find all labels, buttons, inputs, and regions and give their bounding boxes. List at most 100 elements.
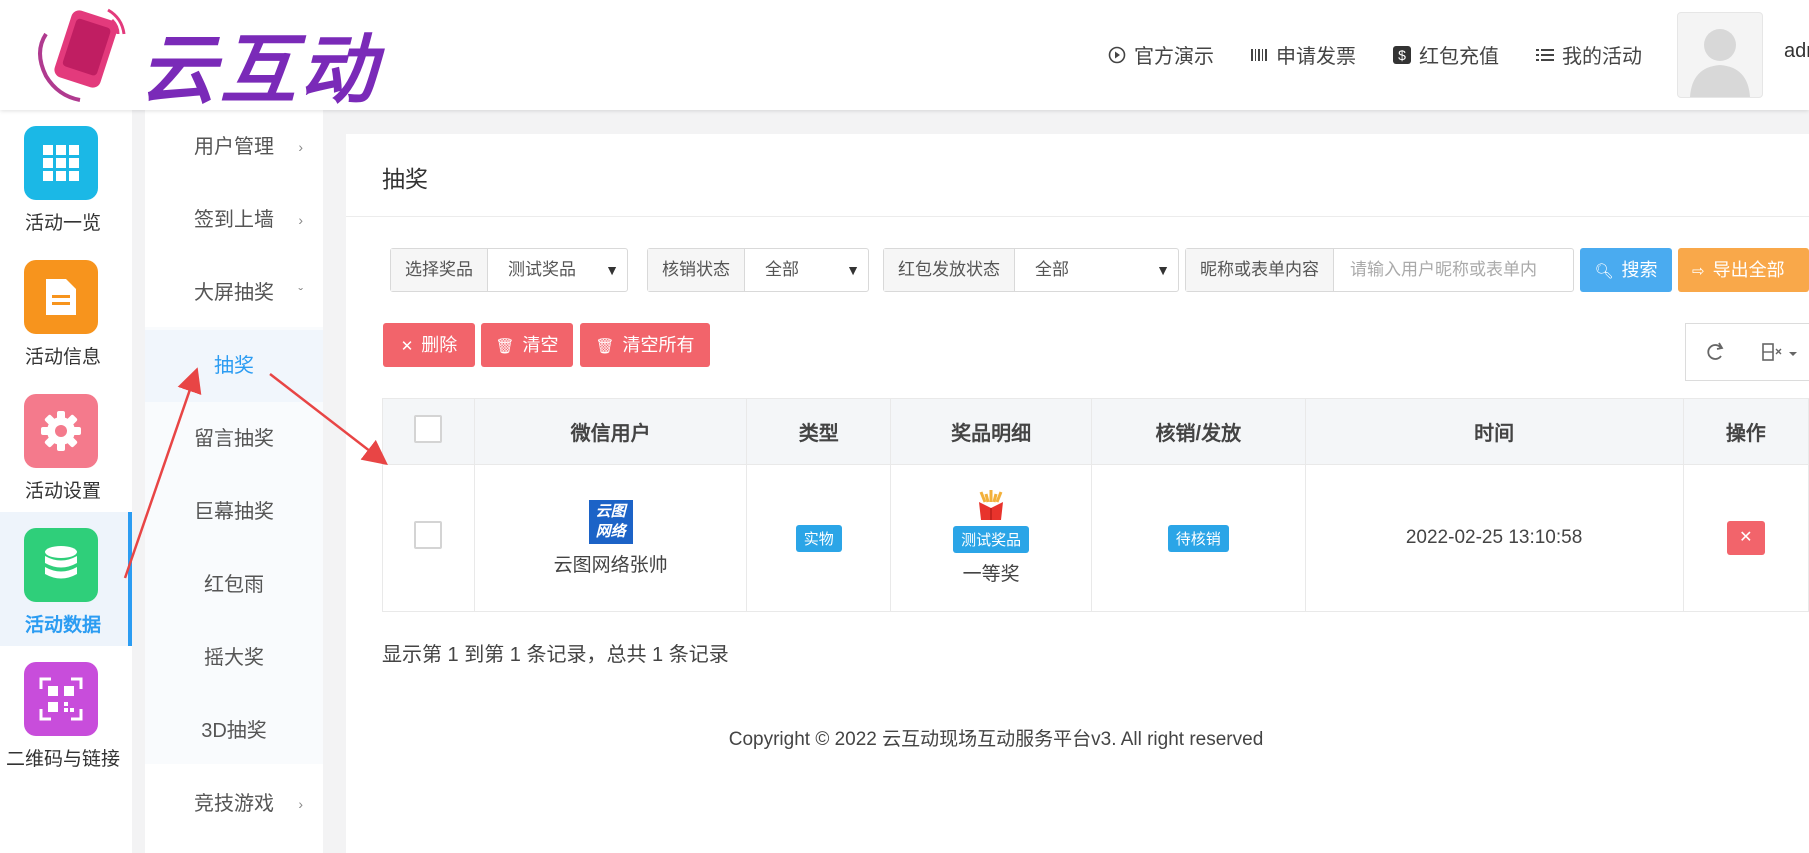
user-nickname: 云图网络张帅: [553, 554, 668, 576]
submenu-giant-screen-lottery[interactable]: 巨幕抽奖: [145, 476, 323, 548]
columns-toggle-button[interactable]: [1743, 323, 1809, 381]
row-select-cell: [382, 464, 475, 612]
prize-select[interactable]: 测试奖品 ▼: [488, 249, 627, 291]
list-icon: [1536, 46, 1554, 64]
submenu-checkin-wall[interactable]: 签到上墙 ›: [145, 184, 323, 256]
verify-status-select[interactable]: 全部 ▼: [745, 249, 868, 291]
caret-down-icon: ▼: [1156, 262, 1170, 278]
col-actions: 操作: [1682, 398, 1809, 465]
nav-my-activities[interactable]: 我的活动: [1536, 40, 1642, 69]
copyright: Copyright © 2022 云互动现场互动服务平台v3. All righ…: [728, 729, 1264, 750]
nav-redpack-recharge[interactable]: $ 红包充值: [1393, 40, 1499, 69]
user-avatar[interactable]: [1677, 12, 1763, 98]
logo-icon: [38, 8, 126, 102]
top-header: 云互动 官方演示 申请发票 $ 红包充值 我的活动 adm: [0, 0, 1809, 114]
grid-icon: [24, 126, 98, 200]
qrcode-icon: [24, 662, 98, 736]
time-cell: 2022-02-25 13:10:58: [1304, 464, 1684, 612]
brand-name: 云互动: [140, 25, 380, 114]
filter-keyword: 昵称或表单内容 请输入用户昵称或表单内: [1185, 248, 1574, 292]
divider: [346, 216, 1809, 217]
col-type[interactable]: 类型: [746, 398, 892, 465]
filter-redpack-status: 红包发放状态 全部 ▼: [883, 248, 1179, 292]
app-activity-overview[interactable]: 活动一览: [0, 110, 132, 244]
chevron-right-icon: ›: [298, 212, 303, 228]
dollar-icon: $: [1393, 45, 1411, 64]
col-wechat-user[interactable]: 微信用户: [473, 398, 748, 465]
search-button[interactable]: 🔍︎ 搜索: [1580, 248, 1672, 292]
redpack-status-select[interactable]: 全部 ▼: [1015, 249, 1178, 291]
type-cell: 实物: [746, 464, 892, 612]
app-activity-info[interactable]: 活动信息: [0, 244, 132, 378]
nav-invoice[interactable]: 申请发票: [1250, 40, 1356, 69]
chevron-down-icon: ˇ: [298, 285, 303, 301]
select-all-checkbox[interactable]: [414, 414, 443, 443]
chevron-right-icon: ›: [298, 139, 303, 155]
row-delete-button[interactable]: ✕: [1726, 521, 1765, 555]
search-icon: 🔍︎: [1594, 263, 1614, 280]
refresh-button[interactable]: [1685, 323, 1745, 381]
document-icon: [24, 260, 98, 334]
col-time[interactable]: 时间: [1304, 398, 1684, 465]
user-cell: 云图网络 云图网络张帅: [473, 464, 748, 612]
database-icon: [24, 528, 98, 602]
export-all-button[interactable]: ⇨ 导出全部: [1678, 248, 1809, 292]
gift-icon: [971, 490, 1011, 522]
submenu-3d-lottery[interactable]: 3D抽奖: [145, 695, 323, 767]
submenu-message-lottery[interactable]: 留言抽奖: [145, 403, 323, 475]
close-icon: ✕: [1739, 529, 1753, 546]
trash-icon: 🗑︎: [495, 338, 515, 355]
clear-all-button[interactable]: 🗑︎ 清空所有: [580, 323, 710, 367]
prize-level: 一等奖: [962, 564, 1020, 585]
caret-down-icon: ▼: [605, 262, 619, 278]
action-cell: ✕: [1682, 464, 1809, 612]
clear-button[interactable]: 🗑︎ 清空: [481, 323, 573, 367]
username[interactable]: adm: [1784, 40, 1809, 63]
pagination-summary: 显示第 1 到第 1 条记录，总共 1 条记录: [382, 644, 729, 666]
trash-icon: 🗑︎: [595, 338, 615, 355]
chevron-right-icon: ›: [298, 796, 303, 812]
filter-verify-status: 核销状态 全部 ▼: [647, 248, 869, 292]
nav-official-demo[interactable]: 官方演示: [1108, 40, 1214, 69]
gear-icon: [24, 394, 98, 468]
sub-menu: 用户管理 › 签到上墙 › 大屏抽奖 ˇ 抽奖 留言抽奖 巨幕抽奖 红包雨 摇大奖 3…: [145, 110, 323, 853]
page-title: 抽奖: [382, 166, 428, 192]
columns-icon: [1762, 343, 1797, 361]
col-verify-status[interactable]: 核销/发放: [1091, 398, 1306, 465]
col-prize-detail[interactable]: 奖品明细: [890, 398, 1093, 465]
app-qrcode-link[interactable]: 二维码与链接: [0, 646, 132, 780]
app-sidebar: 活动一览 活动信息 活动设置 活动数据 二维码与链接: [0, 110, 132, 853]
keyword-input[interactable]: 请输入用户昵称或表单内: [1334, 249, 1573, 291]
status-cell: 待核销: [1091, 464, 1306, 612]
delete-button[interactable]: ✕ 删除: [383, 323, 475, 367]
active-indicator: [128, 512, 132, 646]
filter-prize-label: 选择奖品: [391, 249, 488, 291]
table-header-row: 微信用户 类型 奖品明细 核销/发放 时间 操作: [382, 398, 1809, 465]
main-panel: 抽奖 选择奖品 测试奖品 ▼ 核销状态 全部 ▼ 红包发放状态 全部 ▼ 昵称或表单内…: [346, 134, 1809, 853]
prize-tag-badge: 测试奖品: [953, 526, 1030, 553]
filter-redpack-label: 红包发放状态: [884, 249, 1015, 291]
submenu-redpack-rain[interactable]: 红包雨: [145, 549, 323, 621]
submenu-user-management[interactable]: 用户管理 ›: [145, 111, 323, 183]
submenu-shake-prize[interactable]: 摇大奖: [145, 622, 323, 694]
close-icon: ✕: [400, 338, 414, 355]
prize-cell: 测试奖品 一等奖: [890, 464, 1093, 612]
submenu-competitive-games[interactable]: 竞技游戏 ›: [145, 768, 323, 840]
export-icon: ⇨: [1692, 263, 1705, 280]
filter-prize: 选择奖品 测试奖品 ▼: [390, 248, 628, 292]
row-checkbox[interactable]: [414, 521, 443, 549]
submenu-screen-lottery[interactable]: 大屏抽奖 ˇ: [145, 257, 323, 329]
submenu-lottery[interactable]: 抽奖: [145, 330, 323, 402]
records-table: 微信用户 类型 奖品明细 核销/发放 时间 操作 云图网络 云图网络张帅 实物: [382, 398, 1809, 612]
app-activity-data[interactable]: 活动数据: [0, 512, 132, 646]
filter-keyword-label: 昵称或表单内容: [1186, 249, 1334, 291]
type-badge: 实物: [795, 524, 842, 552]
user-avatar-thumb: 云图网络: [588, 499, 633, 544]
status-badge: 待核销: [1167, 524, 1229, 552]
app-activity-settings[interactable]: 活动设置: [0, 378, 132, 512]
filter-verify-label: 核销状态: [648, 249, 745, 291]
caret-down-icon: ▼: [846, 262, 860, 278]
refresh-icon: [1707, 342, 1724, 360]
barcode-icon: [1250, 46, 1268, 64]
play-circle-icon: [1108, 46, 1126, 64]
